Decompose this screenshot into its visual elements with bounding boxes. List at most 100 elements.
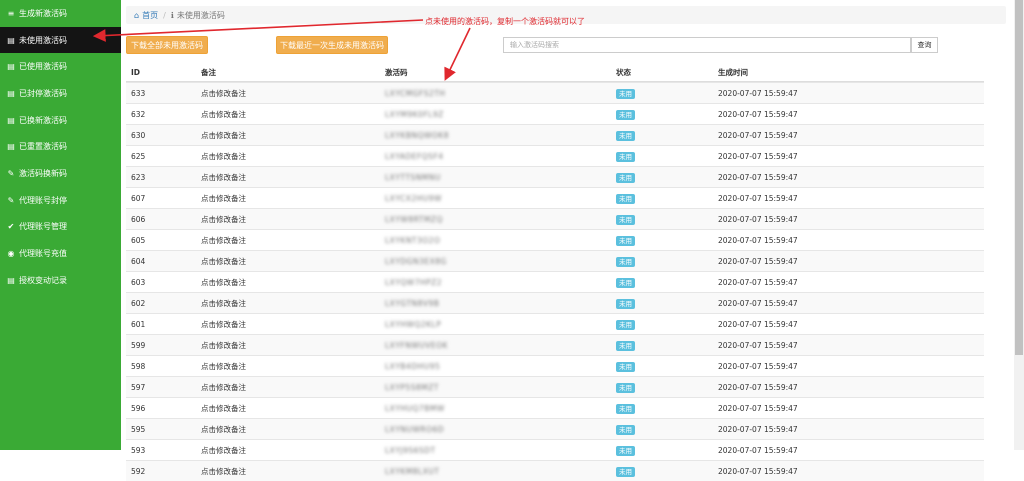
cell-time: 2020-07-07 15:59:47 [718, 256, 798, 266]
sidebar-item-1[interactable]: ▤ 未使用激活码 [0, 26, 121, 54]
cell-note[interactable]: 点击修改备注 [201, 172, 246, 183]
cell-code[interactable]: LXYKBNQWOK8 [385, 131, 449, 140]
cell-code[interactable]: LXYCMGFS2TH [385, 89, 445, 98]
cell-code[interactable]: LXYJ9S6SDT [385, 446, 436, 455]
cell-code[interactable]: LXYHUQ7BMW [385, 404, 445, 413]
cell-code[interactable]: LXYP5S8MZT [385, 383, 439, 392]
status-badge: 未用 [616, 152, 635, 162]
cell-code[interactable]: LXYDGN3EX8G [385, 257, 447, 266]
search-input[interactable] [503, 37, 911, 53]
cell-note[interactable]: 点击修改备注 [201, 382, 246, 393]
cell-note[interactable]: 点击修改备注 [201, 256, 246, 267]
status-badge: 未用 [616, 194, 635, 204]
cell-id: 630 [131, 130, 146, 140]
cell-status: 未用 [616, 340, 635, 351]
home-icon[interactable]: ⌂ [134, 11, 139, 20]
cell-status: 未用 [616, 424, 635, 435]
cell-code[interactable]: LXYKM8LXUT [385, 467, 439, 476]
cell-note[interactable]: 点击修改备注 [201, 235, 246, 246]
cell-note[interactable]: 点击修改备注 [201, 298, 246, 309]
cell-time: 2020-07-07 15:59:47 [718, 277, 798, 287]
status-badge: 未用 [616, 131, 635, 141]
status-badge: 未用 [616, 446, 635, 456]
cell-status: 未用 [616, 88, 635, 99]
status-badge: 未用 [616, 278, 635, 288]
info-icon: ℹ [170, 10, 174, 20]
table-row: 632 点击修改备注 LXYM9K0FL9Z 未用 2020-07-07 15:59:4… [126, 103, 984, 124]
sidebar-item-9[interactable]: ◉ 代理账号充值 [0, 240, 121, 267]
cell-status: 未用 [616, 256, 635, 267]
cell-code[interactable]: LXYW8RTMZQ [385, 215, 443, 224]
table-row: 597 点击修改备注 LXYP5S8MZT 未用 2020-07-07 15:59:47 [126, 376, 984, 397]
status-badge: 未用 [616, 362, 635, 372]
cell-id: 602 [131, 298, 146, 308]
cell-status: 未用 [616, 109, 635, 120]
cell-note[interactable]: 点击修改备注 [201, 445, 246, 456]
cell-status: 未用 [616, 382, 635, 393]
cell-code[interactable]: LXYHWQ2KLP [385, 320, 441, 329]
status-badge: 未用 [616, 236, 635, 246]
cell-note[interactable]: 点击修改备注 [201, 340, 246, 351]
cell-time: 2020-07-07 15:59:47 [718, 109, 798, 119]
cell-time: 2020-07-07 15:59:47 [718, 172, 798, 182]
cell-note[interactable]: 点击修改备注 [201, 214, 246, 225]
sidebar-item-0[interactable]: ≡ 生成新激活码 [0, 0, 121, 27]
cell-code[interactable]: LXYFNWUVEOK [385, 341, 448, 350]
cell-note[interactable]: 点击修改备注 [201, 361, 246, 372]
sidebar-item-7[interactable]: ✎ 代理账号封停 [0, 187, 121, 214]
cell-note[interactable]: 点击修改备注 [201, 151, 246, 162]
sidebar-item-10[interactable]: ▤ 授权变动记录 [0, 267, 121, 294]
cell-code[interactable]: LXYNUWRO6D [385, 425, 444, 434]
header-status: 状态 [616, 67, 631, 77]
cell-note[interactable]: 点击修改备注 [201, 403, 246, 414]
annotation-text: 点未使用的激活码，复制一个激活码就可以了 [425, 17, 585, 26]
breadcrumb-home[interactable]: 首页 [142, 10, 158, 21]
cell-note[interactable]: 点击修改备注 [201, 88, 246, 99]
sidebar-item-icon: ≡ [7, 8, 15, 18]
cell-note[interactable]: 点击修改备注 [201, 130, 246, 141]
cell-code[interactable]: LXYCX2HU9W [385, 194, 442, 203]
cell-note[interactable]: 点击修改备注 [201, 277, 246, 288]
scrollbar-thumb[interactable] [1015, 0, 1023, 355]
cell-code[interactable]: LXYGTN8V9B [385, 299, 439, 308]
sidebar-item-label: 已换新激活码 [19, 115, 67, 125]
cell-code[interactable]: LXYTTSNMNU [385, 173, 441, 182]
cell-code[interactable]: LXYM9K0FL9Z [385, 110, 444, 119]
cell-note[interactable]: 点击修改备注 [201, 319, 246, 330]
cell-note[interactable]: 点击修改备注 [201, 193, 246, 204]
cell-id: 603 [131, 277, 146, 287]
cell-note[interactable]: 点击修改备注 [201, 109, 246, 120]
cell-id: 606 [131, 214, 146, 224]
table-row: 599 点击修改备注 LXYFNWUVEOK 未用 2020-07-07 15:59:4… [126, 334, 984, 355]
cell-note[interactable]: 点击修改备注 [201, 466, 246, 477]
sidebar-item-4[interactable]: ▤ 已换新激活码 [0, 107, 121, 134]
sidebar-item-icon: ▤ [7, 275, 15, 285]
sidebar-item-8[interactable]: ✔ 代理账号管理 [0, 214, 121, 241]
sidebar-item-3[interactable]: ▤ 已封停激活码 [0, 80, 121, 107]
cell-code[interactable]: LXYADEFQSF4 [385, 152, 444, 161]
activation-code-table: ID 备注 激活码 状态 生成时间 633 点击修改备注 LXYCMGFS2TH 未用… [126, 63, 984, 481]
download-all-button[interactable]: 下载全部未用激活码 [126, 36, 208, 54]
sidebar-item-icon: ▤ [7, 88, 15, 98]
status-badge: 未用 [616, 173, 635, 183]
cell-id: 599 [131, 340, 146, 350]
sidebar-item-2[interactable]: ▤ 已使用激活码 [0, 53, 121, 80]
scrollbar[interactable] [1014, 0, 1024, 450]
cell-code[interactable]: LXYB4DHU95 [385, 362, 440, 371]
cell-time: 2020-07-07 15:59:47 [718, 214, 798, 224]
table-row: 606 点击修改备注 LXYW8RTMZQ 未用 2020-07-07 15:59:47 [126, 208, 984, 229]
cell-code[interactable]: LXYKNT3O2O [385, 236, 440, 245]
cell-note[interactable]: 点击修改备注 [201, 424, 246, 435]
sidebar-item-5[interactable]: ▤ 已重置激活码 [0, 133, 121, 160]
cell-code[interactable]: LXYQW7HPZ2 [385, 278, 442, 287]
cell-time: 2020-07-07 15:59:47 [718, 130, 798, 140]
status-badge: 未用 [616, 383, 635, 393]
header-code: 激活码 [385, 67, 408, 77]
table-row: 607 点击修改备注 LXYCX2HU9W 未用 2020-07-07 15:59:47 [126, 187, 984, 208]
table-body: 633 点击修改备注 LXYCMGFS2TH 未用 2020-07-07 15:59:4… [126, 82, 984, 481]
sidebar-item-6[interactable]: ✎ 激活码换新码 [0, 160, 121, 187]
breadcrumb-current: 未使用激活码 [176, 10, 225, 20]
download-last-button[interactable]: 下载最近一次生成未用激活码 [276, 36, 388, 54]
search-button[interactable]: 查询 [911, 37, 938, 53]
cell-status: 未用 [616, 319, 635, 330]
